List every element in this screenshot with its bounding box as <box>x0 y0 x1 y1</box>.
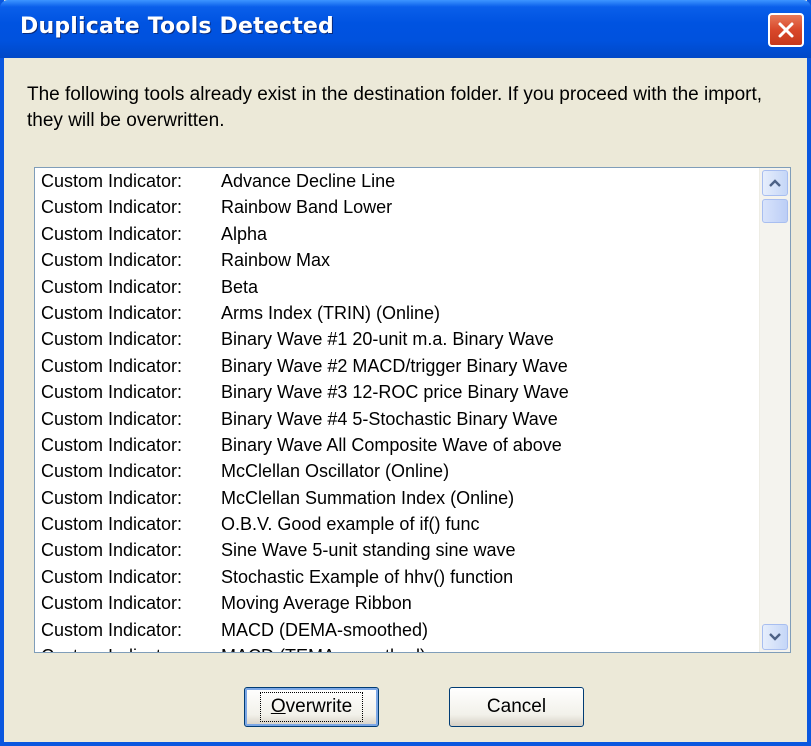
list-item-name: MACD (DEMA-smoothed) <box>221 619 429 640</box>
list-item-type: Custom Indicator: <box>41 619 183 640</box>
close-button[interactable] <box>768 13 804 47</box>
focus-rect: Overwrite <box>259 692 364 722</box>
dialog-window: Duplicate Tools Detected The following t… <box>0 0 811 746</box>
list-item-type: Custom Indicator: <box>41 329 183 350</box>
list-item[interactable]: Custom Indicator: O.B.V. Good example of … <box>35 511 760 537</box>
list-item-type: Custom Indicator: <box>41 171 183 191</box>
scroll-up-button[interactable] <box>762 170 788 196</box>
list-item-type: Custom Indicator: <box>41 643 221 652</box>
list-content: Custom Indicator: Advance Decline Line Cus… <box>35 168 760 652</box>
list-item-type: Custom Indicator: <box>41 434 183 455</box>
dialog-title: Duplicate Tools Detected <box>20 14 334 39</box>
list-item[interactable]: Custom Indicator: Binary Wave #2 MACD/tri… <box>35 353 760 379</box>
list-item-type: Custom Indicator: <box>41 566 183 587</box>
overwrite-mnemonic: O <box>270 696 286 717</box>
list-item[interactable]: Custom Indicator:MACD (TEMA-smoothed) <box>35 643 760 652</box>
duplicate-tools-list[interactable]: Custom Indicator: Advance Decline Line Cus… <box>34 167 791 653</box>
list-item[interactable]: Custom Indicator: McClellan Oscillator (O… <box>35 458 760 484</box>
list-item-type: Custom Indicator: <box>41 408 183 429</box>
list-item-name: Binary Wave #1 20-unit m.a. Binary Wave <box>221 329 554 350</box>
list-item-type: Custom Indicator: <box>41 223 183 244</box>
list-item-type: Custom Indicator: <box>41 540 183 561</box>
list-item-name: Binary Wave #2 MACD/trigger Binary Wave <box>221 355 568 376</box>
list-item-name: Moving Average Ribbon <box>221 593 412 614</box>
list-item[interactable]: Custom Indicator: Beta <box>35 274 760 300</box>
list-item[interactable]: Custom Indicator: Moving Average Ribbon <box>35 590 760 616</box>
list-item-name: McClellan Summation Index (Online) <box>221 487 515 508</box>
list-item[interactable]: Custom Indicator: Binary Wave #1 20-unit … <box>35 326 760 352</box>
list-item-name: Binary Wave All Composite Wave of above <box>221 434 562 455</box>
list-item[interactable]: Custom Indicator: Sine Wave 5-unit standi… <box>35 537 760 563</box>
scroll-thumb[interactable] <box>762 199 788 223</box>
chevron-down-icon <box>769 633 781 641</box>
list-item-type: Custom Indicator: <box>41 250 183 271</box>
list-item[interactable]: Custom Indicator: Advance Decline Line <box>35 168 760 194</box>
list-item-name: O.B.V. Good example of if() func <box>221 514 480 535</box>
list-item-name: MACD (TEMA-smoothed) <box>221 646 426 652</box>
list-item[interactable]: Custom Indicator: Binary Wave #4 5-Stocha… <box>35 406 760 432</box>
list-item-name: Rainbow Band Lower <box>221 197 393 218</box>
overwrite-label: verwrite <box>285 696 353 717</box>
overwrite-button[interactable]: Overwrite <box>244 687 379 727</box>
list-item-type: Custom Indicator: <box>41 302 183 323</box>
chevron-up-icon <box>769 179 781 187</box>
list-item-name: Stochastic Example of hhv() function <box>221 566 514 587</box>
list-item-type: Custom Indicator: <box>41 197 183 218</box>
title-bar[interactable]: Duplicate Tools Detected <box>0 0 811 58</box>
list-item[interactable]: Custom Indicator: MACD (DEMA-smoothed) <box>35 617 760 643</box>
cancel-button[interactable]: Cancel <box>449 687 584 727</box>
list-item-name: Advance Decline Line <box>221 171 396 191</box>
list-item[interactable]: Custom Indicator: Alpha <box>35 221 760 247</box>
list-item[interactable]: Custom Indicator: Arms Index (TRIN) (Onli… <box>35 300 760 326</box>
list-item-name: Binary Wave #3 12-ROC price Binary Wave <box>221 382 569 403</box>
list-item-type: Custom Indicator: <box>41 487 183 508</box>
list-item-name: Sine Wave 5-unit standing sine wave <box>221 540 516 561</box>
list-item-name: Beta <box>221 276 259 297</box>
list-item[interactable]: Custom Indicator: Stochastic Example of h… <box>35 564 760 590</box>
close-icon <box>778 22 794 38</box>
list-item-name: McClellan Oscillator (Online) <box>221 461 450 482</box>
list-item-name: Arms Index (TRIN) (Online) <box>221 302 441 323</box>
list-item-type: Custom Indicator: <box>41 461 183 482</box>
list-item-type: Custom Indicator: <box>41 276 183 297</box>
list-item[interactable]: Custom Indicator: Rainbow Max <box>35 247 760 273</box>
list-item-type: Custom Indicator: <box>41 593 183 614</box>
list-item-name: Rainbow Max <box>221 250 331 271</box>
scroll-down-button[interactable] <box>762 624 788 650</box>
list-item-name: Alpha <box>221 223 268 244</box>
vertical-scrollbar[interactable] <box>759 168 790 652</box>
list-item-type: Custom Indicator: <box>41 514 183 535</box>
dialog-message: The following tools already exist in the… <box>27 84 763 131</box>
list-item[interactable]: Custom Indicator: Rainbow Band Lower <box>35 194 760 220</box>
list-item-type: Custom Indicator: <box>41 355 183 376</box>
list-item-type: Custom Indicator: <box>41 382 183 403</box>
list-item[interactable]: Custom Indicator: Binary Wave All Composi… <box>35 432 760 458</box>
list-item[interactable]: Custom Indicator: Binary Wave #3 12-ROC p… <box>35 379 760 405</box>
list-item-name: Binary Wave #4 5-Stochastic Binary Wave <box>221 408 558 429</box>
list-item[interactable]: Custom Indicator: McClellan Summation Ind… <box>35 485 760 511</box>
